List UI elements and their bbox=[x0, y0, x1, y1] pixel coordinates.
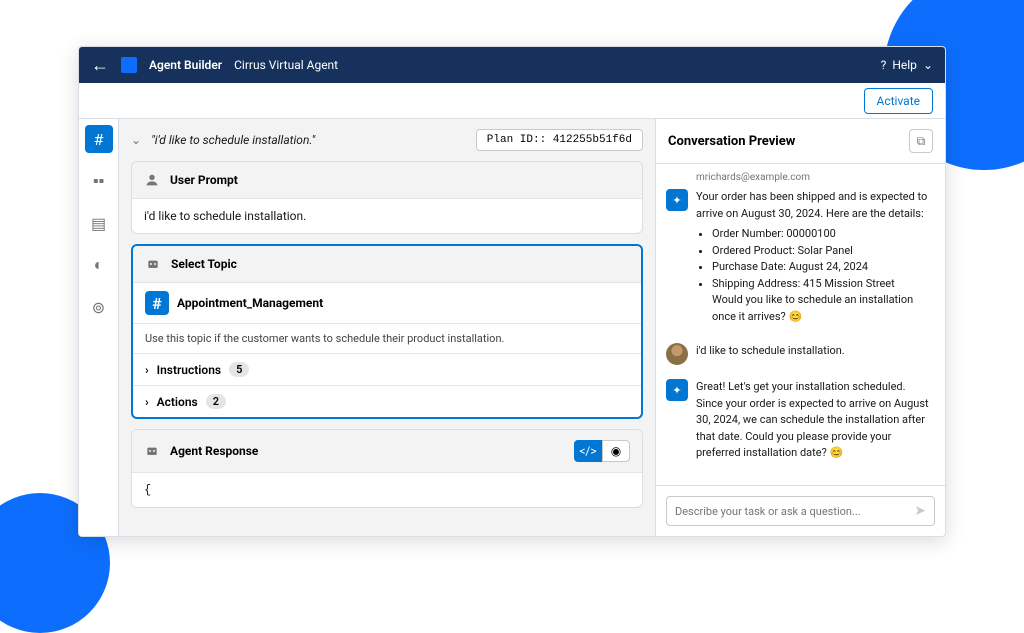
user-prompt-card: User Prompt i'd like to schedule install… bbox=[131, 161, 643, 234]
send-button[interactable]: ➤ bbox=[914, 503, 926, 519]
popout-button[interactable]: ⧉ bbox=[909, 129, 933, 153]
apps-icon: ▪▪ bbox=[93, 171, 104, 191]
instructions-label: Instructions bbox=[157, 363, 221, 377]
topbar: ← Agent Builder Cirrus Virtual Agent ? H… bbox=[79, 47, 945, 83]
agent-response-card: Agent Response </> ◉ { bbox=[131, 429, 643, 508]
chat-input[interactable] bbox=[675, 505, 914, 518]
chevron-down-icon: ⌄ bbox=[923, 58, 933, 72]
sidebar-item-palette[interactable]: ◐ bbox=[85, 251, 113, 279]
chat-message: i'd like to schedule installation. bbox=[666, 343, 935, 365]
preview-view-button[interactable]: ◉ bbox=[602, 440, 630, 462]
palette-icon: ◐ bbox=[94, 255, 104, 275]
sidebar-item-connections[interactable]: ⊚ bbox=[85, 293, 113, 321]
sidebar-item-apps[interactable]: ▪▪ bbox=[85, 167, 113, 195]
agent-avatar: ✦ bbox=[666, 379, 688, 401]
plan-id-badge: Plan ID:: 412255b51f6d bbox=[476, 129, 643, 151]
instructions-count: 5 bbox=[229, 362, 249, 377]
list-item: Ordered Product: Solar Panel bbox=[712, 243, 935, 260]
actions-label: Actions bbox=[157, 395, 198, 409]
book-icon: ▤ bbox=[91, 214, 106, 233]
chat-input-box: ➤ bbox=[666, 496, 935, 526]
user-email: mrichards@example.com bbox=[696, 172, 935, 183]
chat-message: ✦ Great! Let's get your installation sch… bbox=[666, 379, 935, 462]
chevron-down-icon[interactable]: ⌄ bbox=[131, 133, 141, 147]
preview-title: Conversation Preview bbox=[668, 134, 795, 149]
user-prompt-label: User Prompt bbox=[170, 173, 238, 187]
help-icon: ? bbox=[881, 58, 887, 72]
hash-icon: # bbox=[94, 130, 104, 149]
list-item: Order Number: 00000100 bbox=[712, 226, 935, 243]
connections-icon: ⊚ bbox=[92, 298, 105, 317]
sidebar: # ▪▪ ▤ ◐ ⊚ bbox=[79, 119, 119, 536]
message-text: i'd like to schedule installation. bbox=[696, 343, 935, 365]
help-label: Help bbox=[892, 58, 917, 72]
action-bar: Activate bbox=[79, 83, 945, 119]
actions-count: 2 bbox=[206, 394, 226, 409]
topic-description: Use this topic if the customer wants to … bbox=[133, 324, 641, 354]
instructions-row[interactable]: › Instructions 5 bbox=[133, 354, 641, 386]
agent-avatar: ✦ bbox=[666, 189, 688, 211]
chevron-right-icon: › bbox=[145, 363, 149, 377]
sidebar-item-library[interactable]: ▤ bbox=[85, 209, 113, 237]
back-button[interactable]: ← bbox=[91, 55, 109, 76]
user-icon bbox=[144, 172, 160, 188]
message-text: Great! Let's get your installation sched… bbox=[696, 379, 935, 462]
robot-icon bbox=[144, 443, 160, 459]
prompt-quote: "i'd like to schedule installation." bbox=[151, 133, 466, 147]
hash-icon: # bbox=[145, 291, 169, 315]
view-toggle: </> ◉ bbox=[574, 440, 630, 462]
help-menu[interactable]: ? Help ⌄ bbox=[881, 58, 933, 72]
message-text: Would you like to schedule an installati… bbox=[712, 293, 913, 323]
app-window: ← Agent Builder Cirrus Virtual Agent ? H… bbox=[78, 46, 946, 537]
chat-log: mrichards@example.com ✦ Your order has b… bbox=[656, 164, 945, 485]
preview-panel: Conversation Preview ⧉ mrichards@example… bbox=[655, 119, 945, 536]
select-topic-label: Select Topic bbox=[171, 257, 237, 271]
activate-button[interactable]: Activate bbox=[864, 88, 934, 114]
robot-icon bbox=[145, 256, 161, 272]
agent-title: Cirrus Virtual Agent bbox=[234, 58, 338, 72]
code-view-button[interactable]: </> bbox=[574, 440, 602, 462]
chevron-right-icon: › bbox=[145, 395, 149, 409]
list-item: Purchase Date: August 24, 2024 bbox=[712, 259, 935, 276]
chat-message: ✦ Your order has been shipped and is exp… bbox=[666, 189, 935, 329]
user-avatar bbox=[666, 343, 688, 365]
actions-row[interactable]: › Actions 2 bbox=[133, 386, 641, 417]
section-label: Agent Builder bbox=[149, 58, 222, 72]
sidebar-item-hash[interactable]: # bbox=[85, 125, 113, 153]
agent-response-label: Agent Response bbox=[170, 444, 564, 458]
list-item: Shipping Address: 415 Mission Street bbox=[712, 277, 895, 290]
topic-name: Appointment_Management bbox=[177, 296, 323, 310]
plan-panel: ⌄ "i'd like to schedule installation." P… bbox=[119, 119, 655, 536]
agent-response-body: { bbox=[132, 473, 642, 507]
message-text: Your order has been shipped and is expec… bbox=[696, 190, 927, 220]
user-prompt-text: i'd like to schedule installation. bbox=[132, 199, 642, 233]
app-icon bbox=[121, 57, 137, 73]
select-topic-card: Select Topic # Appointment_Management Us… bbox=[131, 244, 643, 419]
popout-icon: ⧉ bbox=[917, 134, 926, 149]
